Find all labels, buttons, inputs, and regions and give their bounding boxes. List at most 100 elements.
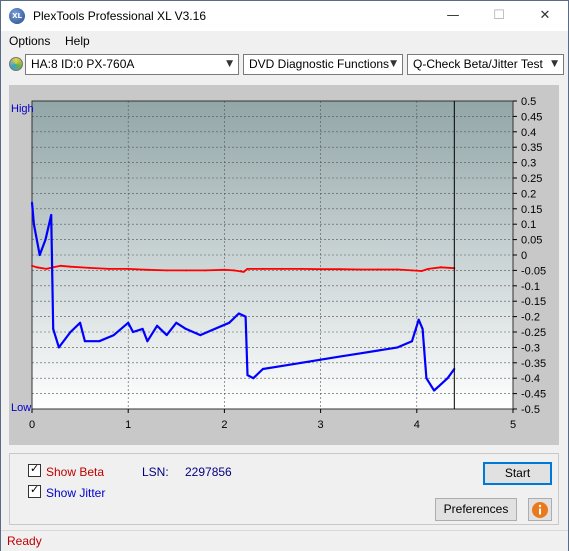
x-tick-label: 0 — [29, 419, 35, 431]
y-tick-label: -0.2 — [521, 312, 540, 324]
beta-data-point — [146, 268, 149, 271]
chevron-down-icon: ▼ — [390, 59, 397, 69]
beta-data-point — [165, 269, 168, 272]
y-tick-label: 0.25 — [521, 173, 542, 185]
menu-help[interactable]: Help — [65, 34, 90, 48]
beta-data-point — [439, 266, 442, 269]
beta-data-point — [319, 268, 322, 271]
jitter-data-point — [261, 368, 264, 370]
show-jitter-label[interactable]: Show Jitter — [46, 486, 105, 500]
show-beta-checkbox[interactable]: ✓ — [28, 462, 41, 477]
beta-data-point — [31, 264, 33, 267]
jitter-data-point — [57, 346, 60, 349]
show-beta-label[interactable]: Show Beta — [46, 465, 104, 479]
y-tick-label: -0.3 — [521, 342, 540, 354]
jitter-data-point — [112, 334, 115, 337]
controls-panel: ✓ Show Beta ✓ Show Jitter LSN: 2297856 S… — [9, 453, 559, 525]
y-tick-label: -0.5 — [521, 404, 540, 416]
jitter-data-point — [213, 327, 216, 330]
jitter-data-point — [175, 321, 178, 324]
checkmark-icon: ✓ — [30, 462, 40, 475]
checkmark-icon: ✓ — [30, 483, 40, 496]
jitter-data-point — [338, 355, 341, 358]
jitter-data-point — [425, 377, 428, 380]
y-tick-label: -0.35 — [521, 358, 546, 370]
x-tick-label: 4 — [414, 419, 420, 431]
y-tick-label: 0.1 — [521, 219, 536, 231]
preferences-button[interactable]: Preferences — [435, 498, 517, 521]
x-tick-label: 5 — [510, 419, 516, 431]
chart-panel: 0.5 0.45 0.4 0.35 0.3 0.25 0.2 0.15 0.1 0.05 0 -0.0… — [9, 85, 559, 445]
jitter-data-point — [252, 377, 255, 380]
x-tick-label: 1 — [125, 419, 131, 431]
app-logo-icon: XL — [9, 8, 25, 24]
beta-data-point — [88, 266, 91, 269]
chevron-down-icon: ▼ — [226, 59, 233, 69]
show-jitter-checkbox[interactable]: ✓ — [28, 483, 41, 498]
jitter-data-point — [411, 340, 413, 343]
lsn-value: 2297856 — [185, 465, 232, 479]
jitter-data-point — [244, 315, 247, 318]
beta-data-point — [281, 267, 284, 270]
minimize-button[interactable]: — — [430, 1, 476, 31]
y-tick-label: 0.4 — [521, 127, 536, 139]
jitter-data-point — [396, 346, 399, 349]
beta-data-point — [204, 269, 207, 272]
function-select[interactable]: DVD Diagnostic Functions ▼ — [243, 54, 403, 75]
info-button[interactable] — [528, 498, 552, 521]
y-tick-label: 0.35 — [521, 142, 542, 154]
close-button[interactable]: ✕ — [522, 1, 568, 31]
beta-data-point — [184, 269, 187, 272]
function-select-value: DVD Diagnostic Functions — [249, 57, 390, 71]
test-select[interactable]: Q-Check Beta/Jitter Test ▼ — [407, 54, 564, 75]
jitter-data-point — [358, 352, 361, 355]
beta-data-point — [223, 268, 226, 271]
jitter-data-point — [165, 334, 168, 337]
disc-drive-icon — [9, 57, 23, 71]
jitter-data-point — [281, 364, 284, 367]
jitter-data-point — [79, 321, 82, 324]
jitter-data-point — [417, 318, 420, 321]
low-label: Low — [11, 402, 31, 414]
y-tick-label: -0.05 — [521, 265, 546, 277]
jitter-data-point — [446, 377, 449, 380]
y-tick-label: 0 — [521, 250, 527, 262]
maximize-button[interactable]: ☐ — [476, 1, 522, 31]
jitter-data-point — [127, 321, 130, 324]
jitter-data-point — [38, 254, 41, 256]
jitter-data-point — [199, 334, 202, 337]
y-tick-label: 0.5 — [521, 96, 536, 108]
beta-data-point — [35, 266, 38, 269]
jitter-data-point — [228, 321, 231, 324]
start-button[interactable]: Start — [483, 462, 552, 485]
grid — [31, 100, 514, 410]
chevron-down-icon: ▼ — [551, 59, 558, 69]
jitter-data-point — [31, 201, 33, 204]
title-bar[interactable]: XL PlexTools Professional XL V3.16 — ☐ ✕ — [1, 1, 568, 31]
jitter-data-point — [237, 312, 240, 315]
beta-data-point — [45, 267, 48, 270]
jitter-data-point — [246, 374, 249, 377]
menu-options[interactable]: Options — [9, 34, 50, 48]
beta-data-point — [233, 269, 235, 272]
menu-bar: Options Help — [1, 31, 568, 52]
x-tick-label: 2 — [221, 419, 227, 431]
drive-select[interactable]: HA:8 ID:0 PX-760A ▼ — [25, 54, 239, 75]
y-tick-label: 0.15 — [521, 204, 542, 216]
jitter-data-point — [319, 358, 322, 361]
beta-data-point — [427, 267, 430, 270]
jitter-data-point — [132, 331, 134, 333]
drive-select-value: HA:8 ID:0 PX-760A — [31, 57, 135, 71]
lsn-label: LSN: — [142, 465, 169, 479]
y-tick-label: 0.45 — [521, 111, 542, 123]
status-bar: Ready — [1, 530, 568, 551]
jitter-data-point — [52, 327, 55, 330]
jitter-data-point — [156, 324, 159, 327]
beta-data-point — [338, 268, 341, 271]
beta-data-point — [108, 267, 110, 270]
beta-data-point — [358, 268, 361, 271]
y-tick-label: -0.15 — [521, 296, 546, 308]
app-window: XL PlexTools Professional XL V3.16 — ☐ ✕… — [0, 0, 569, 551]
jitter-data-point — [141, 327, 144, 330]
y-tick-label: 0.2 — [521, 188, 536, 200]
